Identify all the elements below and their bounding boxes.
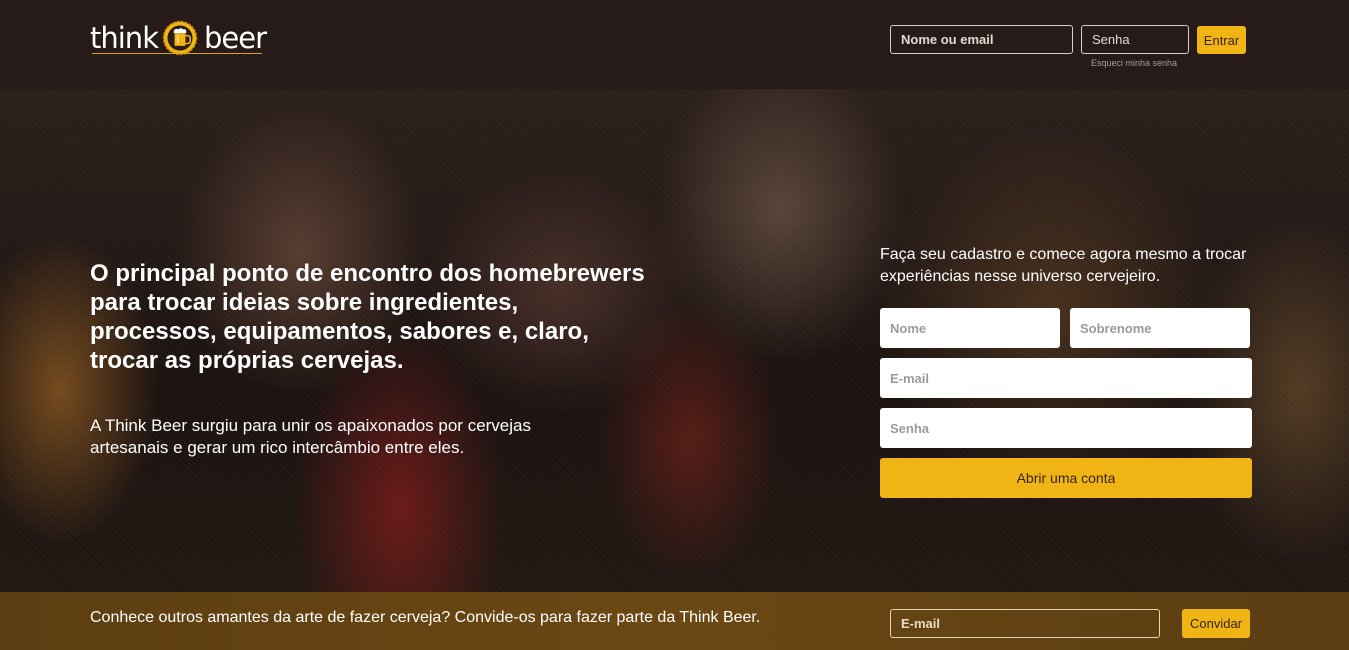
logo-underline	[92, 53, 262, 54]
logo-word-think: think	[90, 20, 159, 55]
login-user-input[interactable]	[890, 25, 1073, 54]
logo-word-beer: beer	[203, 20, 267, 55]
login-password-input[interactable]	[1081, 25, 1189, 54]
signup-first-name-input[interactable]	[880, 308, 1060, 348]
invite-email-input[interactable]	[890, 609, 1160, 638]
invite-text: Conhece outros amantes da arte de fazer …	[90, 609, 761, 626]
beer-mug-icon	[162, 20, 198, 56]
invite-button[interactable]: Convidar	[1182, 609, 1250, 638]
signup-password-input[interactable]	[880, 408, 1252, 448]
hero-subtext: A Think Beer surgiu para unir os apaixon…	[90, 416, 531, 457]
login-button[interactable]: Entrar	[1197, 26, 1246, 54]
open-account-button[interactable]: Abrir uma conta	[880, 458, 1252, 498]
invite-bar: Conhece outros amantes da arte de fazer …	[0, 592, 1349, 650]
page: think beer Entrar Esqueci minha senha O …	[0, 0, 1349, 650]
signup-email-input[interactable]	[880, 358, 1252, 398]
top-header: think beer Entrar Esqueci minha senha	[0, 0, 1349, 89]
hero-headline: O principal ponto de encontro dos homebr…	[90, 260, 645, 374]
forgot-password-link[interactable]: Esqueci minha senha	[1091, 58, 1201, 70]
signup-title: Faça seu cadastro e comece agora mesmo a…	[880, 246, 1247, 285]
logo[interactable]: think beer	[90, 12, 267, 64]
signup-last-name-input[interactable]	[1070, 308, 1250, 348]
hero-section: O principal ponto de encontro dos homebr…	[0, 89, 1349, 592]
